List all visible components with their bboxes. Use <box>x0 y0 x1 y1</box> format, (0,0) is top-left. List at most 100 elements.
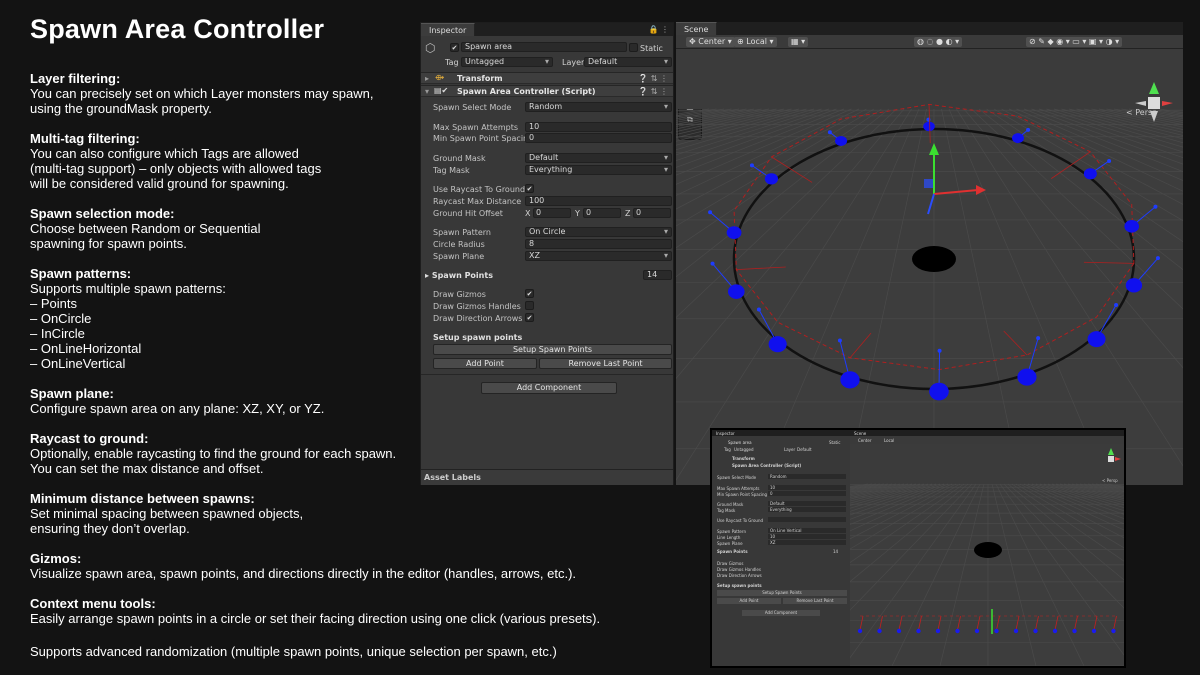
component-header[interactable]: ▾ ▤✔ Spawn Area Controller (Script) ❔ ⇅ ⋮ <box>421 85 673 97</box>
mini-row-value[interactable]: 0 <box>768 491 846 496</box>
ground-hit-z-label: Z <box>625 209 631 218</box>
layer-dropdown[interactable]: Default <box>584 57 672 67</box>
plane-handle <box>924 179 933 188</box>
lock-icon[interactable]: 🔒 ⋮ <box>648 25 669 34</box>
tab-inspector[interactable]: Inspector <box>421 23 476 36</box>
pivot-center-dropdown[interactable]: ✥ Center ▾ <box>686 37 735 47</box>
scene-visibility-icons[interactable]: ⊘ ✎ ◆ ◉ ▾ ▭ ▾ ▣ ▾ ◑ ▾ <box>1026 37 1123 47</box>
mini-tab-inspector[interactable]: Inspector <box>716 431 735 436</box>
ground-mask-label: Ground Mask <box>433 154 486 163</box>
mini-remove-last[interactable]: Remove Last Point <box>783 598 847 604</box>
tag-mask-dropdown[interactable]: Everything <box>525 165 672 175</box>
spawn-points-foldout[interactable]: ▸ Spawn Points <box>425 271 493 280</box>
mini-tag-label: Tag <box>724 447 731 452</box>
mini-object-name[interactable]: Spawn area <box>728 440 752 445</box>
ground-mask-dropdown[interactable]: Default <box>525 153 672 163</box>
use-raycast-checkbox[interactable]: ✔ <box>525 184 534 193</box>
remove-last-point-button[interactable]: Remove Last Point <box>539 358 672 369</box>
x-axis <box>933 189 979 195</box>
mini-row-value[interactable]: 10 <box>768 485 846 490</box>
static-checkbox[interactable] <box>629 43 638 52</box>
component-menu-icon[interactable]: ❔ ⇅ ⋮ <box>638 87 668 96</box>
mini-spawn-point <box>1013 628 1019 634</box>
feature-heading: Multi-tag filtering: <box>30 131 140 146</box>
feature-line: – OnCircle <box>30 311 92 326</box>
mini-row-value[interactable]: 10 <box>768 534 846 539</box>
circle-radius-field[interactable]: 8 <box>525 239 672 249</box>
asset-labels[interactable]: Asset Labels <box>421 469 673 485</box>
draw-arrows-checkbox[interactable]: ✔ <box>525 313 534 322</box>
scene-toolbar: ✥ Center ▾ ⊕ Local ▾ ▦ ▾ ◍ ◌ ● ◐ ▾ ⊘ ✎ ◆… <box>676 35 1183 49</box>
scene-canvas[interactable] <box>676 49 1183 485</box>
spawn-plane-dropdown[interactable]: XZ <box>525 251 672 261</box>
object-name-field[interactable]: Spawn area <box>461 42 627 52</box>
direction-arrow <box>1083 261 1134 264</box>
feature-line: Configure spawn area on any plane: XZ, X… <box>30 401 325 416</box>
spawn-pattern-dropdown[interactable]: On Circle <box>525 227 672 237</box>
add-point-button[interactable]: Add Point <box>433 358 537 369</box>
persp-label[interactable]: < Persp <box>1126 108 1157 117</box>
spawn-select-mode-dropdown[interactable]: Random <box>525 102 672 112</box>
mini-spawn-count[interactable]: 14 <box>833 549 838 554</box>
mini-arrow-line <box>1054 615 1059 631</box>
mini-sky <box>850 444 1124 484</box>
mini-center[interactable]: Center <box>858 438 871 443</box>
mini-row-value[interactable]: Everything <box>768 507 846 512</box>
setup-spawn-points-button[interactable]: Setup Spawn Points <box>433 344 672 355</box>
ground-hit-z-field[interactable]: 0 <box>633 208 671 218</box>
draw-gizmos-checkbox[interactable]: ✔ <box>525 289 534 298</box>
settings-icon[interactable]: ❔ ⇅ ⋮ <box>638 74 668 83</box>
ground-hit-y-field[interactable]: 0 <box>583 208 621 218</box>
mini-spawn-point <box>994 628 999 634</box>
scene-view[interactable]: Scene ✥ Center ▾ ⊕ Local ▾ ▦ ▾ ◍ ◌ ● ◐ ▾… <box>676 22 1183 485</box>
add-component-button[interactable]: Add Component <box>481 382 617 394</box>
mini-row-value[interactable] <box>768 517 846 522</box>
min-spawn-spacing-field[interactable]: 0 <box>525 133 672 143</box>
mini-tag-value[interactable]: Untagged <box>734 447 754 452</box>
mini-scene-canvas[interactable] <box>850 444 1126 666</box>
spawn-point-sphere <box>840 371 860 389</box>
tag-dropdown[interactable]: Untagged <box>461 57 553 67</box>
pivot-local-dropdown[interactable]: ⊕ Local ▾ <box>734 37 777 47</box>
spawn-point-sphere <box>1017 368 1037 386</box>
draw-handles-checkbox[interactable] <box>525 301 534 310</box>
mini-setup-button[interactable]: Setup Spawn Points <box>717 590 847 596</box>
feature-line: ensuring they don’t overlap. <box>30 521 190 536</box>
mini-component[interactable]: Spawn Area Controller (Script) <box>732 463 801 468</box>
mini-arrow-line <box>918 615 922 631</box>
feature-heading: Gizmos: <box>30 551 82 566</box>
feature-line: – OnLineHorizontal <box>30 341 142 356</box>
raycast-max-field[interactable]: 100 <box>525 196 672 206</box>
spawn-select-mode-label: Spawn Select Mode <box>433 103 512 112</box>
mini-add-point[interactable]: Add Point <box>717 598 781 604</box>
feature-line: Easily arrange spawn points in a circle … <box>30 611 601 626</box>
mini-layer-value[interactable]: Default <box>797 447 812 452</box>
shading-icons[interactable]: ◍ ◌ ● ◐ ▾ <box>914 37 963 47</box>
mini-row-value[interactable]: On Line Vertical <box>768 528 846 533</box>
tab-scene[interactable]: Scene <box>676 22 718 35</box>
arrow-tip <box>756 307 761 312</box>
ground-hit-x-field[interactable]: 0 <box>533 208 571 218</box>
arrow-tip <box>827 130 832 135</box>
mini-persp[interactable]: < Persp <box>1102 478 1118 483</box>
mini-row-value[interactable]: Random <box>768 474 846 479</box>
mini-spawn-point <box>877 628 882 634</box>
direction-arrow <box>1003 330 1028 356</box>
spawn-point-sphere <box>764 173 779 185</box>
feature-0: Layer filtering: You can precisely set on… <box>30 71 415 116</box>
spawn-point-sphere <box>835 135 848 146</box>
mini-local[interactable]: Local <box>884 438 894 443</box>
active-checkbox[interactable]: ✔ <box>450 43 459 52</box>
grid-snap-icon[interactable]: ▦ ▾ <box>788 37 809 47</box>
mini-spawn-point <box>935 628 941 634</box>
mini-arrow-line <box>1093 615 1098 631</box>
transform-header[interactable]: ▸ ⟴ Transform ❔ ⇅ ⋮ <box>421 72 673 84</box>
spawn-points-count[interactable]: 14 <box>643 270 672 280</box>
mini-add-component[interactable]: Add Component <box>742 610 820 616</box>
mini-row-value[interactable]: Default <box>768 501 846 506</box>
feature-heading: Spawn selection mode: <box>30 206 175 221</box>
max-spawn-attempts-field[interactable]: 10 <box>525 122 672 132</box>
mini-row-value[interactable]: XZ <box>768 540 846 545</box>
mini-spawn-points[interactable]: Spawn Points <box>717 549 748 554</box>
mini-transform[interactable]: Transform <box>732 456 755 461</box>
